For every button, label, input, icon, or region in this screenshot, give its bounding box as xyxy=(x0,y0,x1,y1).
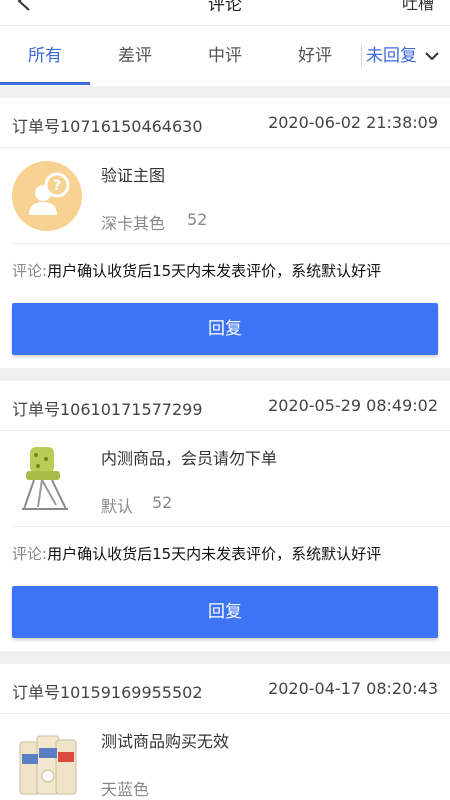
tab-divider xyxy=(361,45,362,67)
comment-row: 评论:用户确认收货后15天内未发表评价，系统默认好评 xyxy=(12,260,381,281)
order-number: 订单号10716150464630 xyxy=(12,117,203,136)
question-avatar-icon: ? xyxy=(12,161,82,231)
comment-row: 评论:用户确认收货后15天内未发表评价，系统默认好评 xyxy=(12,543,381,564)
review-card: 订单号10610171577299 2020-05-29 08:49:02 内测… xyxy=(0,381,450,651)
review-card: 订单号10716150464630 2020-06-02 21:38:09 ? … xyxy=(0,98,450,368)
milk-cans-image xyxy=(19,735,77,795)
tab-neutral[interactable]: 中评 xyxy=(180,26,270,86)
product-spec: 深卡其色 xyxy=(101,214,166,233)
order-header: 订单号10716150464630 2020-06-02 21:38:09 xyxy=(0,98,450,148)
page-title: 评论 xyxy=(208,0,242,15)
reply-button[interactable]: 回复 xyxy=(12,303,438,355)
divider xyxy=(12,243,450,244)
product-name: 验证主图 xyxy=(101,166,166,185)
divider xyxy=(12,526,450,527)
review-card: 订单号10159169955502 2020-04-17 08:20:43 测试… xyxy=(0,664,450,800)
reply-status-dropdown[interactable]: 未回复 xyxy=(366,26,417,86)
top-bar: 评论 吐槽 xyxy=(0,0,450,26)
comment-label: 评论: xyxy=(12,262,48,280)
order-number: 订单号10159169955502 xyxy=(12,683,203,702)
product-spec: 默认 xyxy=(101,497,134,516)
high-chair-image xyxy=(22,447,68,510)
order-time: 2020-04-17 08:20:43 xyxy=(268,679,438,698)
tab-all[interactable]: 所有 xyxy=(0,26,90,86)
order-time: 2020-06-02 21:38:09 xyxy=(268,113,438,132)
order-header: 订单号10610171577299 2020-05-29 08:49:02 xyxy=(0,381,450,431)
product-spec: 天蓝色 xyxy=(101,780,150,799)
reply-button[interactable]: 回复 xyxy=(12,586,438,638)
product-quantity: 52 xyxy=(152,493,173,512)
comment-text: 用户确认收货后15天内未发表评价，系统默认好评 xyxy=(47,545,382,563)
svg-text:?: ? xyxy=(53,178,61,194)
tab-negative[interactable]: 差评 xyxy=(90,26,180,86)
product-name: 测试商品购买无效 xyxy=(101,732,230,751)
comment-label: 评论: xyxy=(12,545,48,563)
product-name: 内测商品，会员请勿下单 xyxy=(101,449,278,468)
tab-positive[interactable]: 好评 xyxy=(270,26,360,86)
order-time: 2020-05-29 08:49:02 xyxy=(268,396,438,415)
product-quantity: 52 xyxy=(187,210,208,229)
order-header: 订单号10159169955502 2020-04-17 08:20:43 xyxy=(0,664,450,714)
order-number: 订单号10610171577299 xyxy=(12,400,203,419)
chevron-down-icon[interactable] xyxy=(424,49,440,63)
filter-tabs: 所有 差评 中评 好评 未回复 xyxy=(0,26,450,86)
active-tab-indicator xyxy=(0,82,90,85)
comment-text: 用户确认收货后15天内未发表评价，系统默认好评 xyxy=(47,262,382,280)
feedback-link[interactable]: 吐槽 xyxy=(402,0,434,14)
